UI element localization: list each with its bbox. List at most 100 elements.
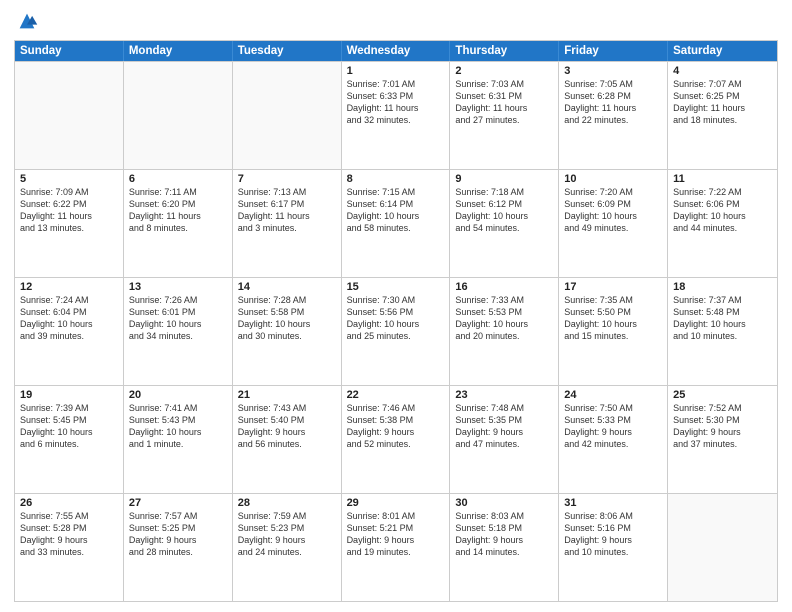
calendar-cell: 24Sunrise: 7:50 AMSunset: 5:33 PMDayligh… [559,386,668,493]
cell-line: Sunset: 6:04 PM [20,306,118,318]
cell-line: Sunset: 5:40 PM [238,414,336,426]
cell-line: Sunrise: 7:05 AM [564,78,662,90]
calendar-cell: 25Sunrise: 7:52 AMSunset: 5:30 PMDayligh… [668,386,777,493]
day-number: 30 [455,497,553,509]
cell-line: Daylight: 9 hours [20,534,118,546]
calendar-cell: 23Sunrise: 7:48 AMSunset: 5:35 PMDayligh… [450,386,559,493]
cell-line: Daylight: 10 hours [455,318,553,330]
cell-line: Sunrise: 7:09 AM [20,186,118,198]
cell-line: Sunset: 5:23 PM [238,522,336,534]
cell-line: Daylight: 10 hours [564,318,662,330]
cell-line: Daylight: 10 hours [673,318,772,330]
day-number: 13 [129,281,227,293]
cell-line: Sunrise: 7:39 AM [20,402,118,414]
day-number: 1 [347,65,445,77]
cell-line: Sunrise: 7:43 AM [238,402,336,414]
cell-line: and 56 minutes. [238,438,336,450]
cell-line: Sunset: 5:38 PM [347,414,445,426]
calendar-cell: 8Sunrise: 7:15 AMSunset: 6:14 PMDaylight… [342,170,451,277]
cell-line: and 10 minutes. [564,546,662,558]
calendar-cell: 20Sunrise: 7:41 AMSunset: 5:43 PMDayligh… [124,386,233,493]
day-number: 6 [129,173,227,185]
calendar-cell: 27Sunrise: 7:57 AMSunset: 5:25 PMDayligh… [124,494,233,601]
cell-line: Daylight: 9 hours [129,534,227,546]
cell-line: Sunrise: 7:48 AM [455,402,553,414]
header [14,10,778,32]
day-number: 11 [673,173,772,185]
calendar-cell: 22Sunrise: 7:46 AMSunset: 5:38 PMDayligh… [342,386,451,493]
cell-line: Daylight: 10 hours [564,210,662,222]
calendar-cell: 19Sunrise: 7:39 AMSunset: 5:45 PMDayligh… [15,386,124,493]
cell-line: Sunset: 6:20 PM [129,198,227,210]
calendar-cell: 10Sunrise: 7:20 AMSunset: 6:09 PMDayligh… [559,170,668,277]
cell-line: and 14 minutes. [455,546,553,558]
cell-line: and 44 minutes. [673,222,772,234]
calendar-week: 19Sunrise: 7:39 AMSunset: 5:45 PMDayligh… [15,385,777,493]
cell-line: Daylight: 11 hours [20,210,118,222]
cell-line: and 15 minutes. [564,330,662,342]
day-number: 21 [238,389,336,401]
day-number: 20 [129,389,227,401]
cell-line: Sunrise: 7:15 AM [347,186,445,198]
calendar-week: 26Sunrise: 7:55 AMSunset: 5:28 PMDayligh… [15,493,777,601]
cell-line: Sunrise: 8:06 AM [564,510,662,522]
calendar-cell [233,62,342,169]
cell-line: and 32 minutes. [347,114,445,126]
cell-line: Sunset: 5:30 PM [673,414,772,426]
cell-line: Sunrise: 7:55 AM [20,510,118,522]
cell-line: and 13 minutes. [20,222,118,234]
cell-line: Sunset: 5:16 PM [564,522,662,534]
cell-line: Sunrise: 7:50 AM [564,402,662,414]
cell-line: Daylight: 9 hours [673,426,772,438]
cell-line: Daylight: 10 hours [238,318,336,330]
day-number: 17 [564,281,662,293]
calendar-cell: 14Sunrise: 7:28 AMSunset: 5:58 PMDayligh… [233,278,342,385]
calendar-week: 5Sunrise: 7:09 AMSunset: 6:22 PMDaylight… [15,169,777,277]
cell-line: and 1 minute. [129,438,227,450]
cell-line: Sunset: 5:53 PM [455,306,553,318]
calendar-cell: 12Sunrise: 7:24 AMSunset: 6:04 PMDayligh… [15,278,124,385]
day-number: 19 [20,389,118,401]
cell-line: Daylight: 9 hours [238,426,336,438]
cell-line: Sunrise: 7:37 AM [673,294,772,306]
cell-line: Sunset: 6:12 PM [455,198,553,210]
cell-line: Sunset: 6:06 PM [673,198,772,210]
cell-line: Sunset: 6:22 PM [20,198,118,210]
cell-line: Sunrise: 7:35 AM [564,294,662,306]
cell-line: Sunset: 6:25 PM [673,90,772,102]
day-number: 16 [455,281,553,293]
weekday-header: Sunday [15,41,124,61]
cell-line: Daylight: 9 hours [347,426,445,438]
cell-line: and 30 minutes. [238,330,336,342]
calendar-cell: 6Sunrise: 7:11 AMSunset: 6:20 PMDaylight… [124,170,233,277]
calendar-cell [124,62,233,169]
day-number: 28 [238,497,336,509]
cell-line: and 28 minutes. [129,546,227,558]
cell-line: Sunrise: 7:28 AM [238,294,336,306]
cell-line: Sunset: 5:33 PM [564,414,662,426]
day-number: 29 [347,497,445,509]
day-number: 14 [238,281,336,293]
cell-line: Sunrise: 7:18 AM [455,186,553,198]
cell-line: Daylight: 11 hours [347,102,445,114]
cell-line: Sunset: 6:33 PM [347,90,445,102]
day-number: 26 [20,497,118,509]
cell-line: Daylight: 10 hours [455,210,553,222]
logo [14,10,38,32]
cell-line: and 39 minutes. [20,330,118,342]
calendar-cell: 9Sunrise: 7:18 AMSunset: 6:12 PMDaylight… [450,170,559,277]
cell-line: Daylight: 9 hours [455,426,553,438]
cell-line: Sunrise: 7:03 AM [455,78,553,90]
cell-line: Daylight: 10 hours [20,426,118,438]
cell-line: Sunset: 5:28 PM [20,522,118,534]
calendar-cell: 15Sunrise: 7:30 AMSunset: 5:56 PMDayligh… [342,278,451,385]
cell-line: Sunrise: 7:57 AM [129,510,227,522]
cell-line: Daylight: 10 hours [129,318,227,330]
cell-line: and 58 minutes. [347,222,445,234]
cell-line: and 8 minutes. [129,222,227,234]
day-number: 8 [347,173,445,185]
day-number: 2 [455,65,553,77]
cell-line: Sunset: 5:35 PM [455,414,553,426]
day-number: 5 [20,173,118,185]
cell-line: Sunrise: 7:01 AM [347,78,445,90]
